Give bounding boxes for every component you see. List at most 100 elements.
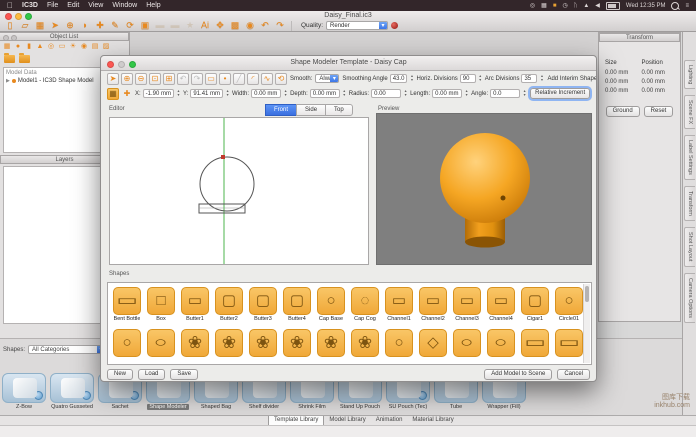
chart-status-icon[interactable]: ▦ [541, 2, 547, 9]
template-preview-image[interactable] [50, 373, 94, 403]
volume-icon[interactable]: ◀ [595, 2, 600, 9]
save-button[interactable]: Save [170, 369, 198, 380]
ground-button[interactable]: Ground [606, 106, 640, 117]
shape-thumbnail[interactable]: ○ [555, 287, 583, 315]
shape-item[interactable]: □ Box [146, 287, 176, 322]
coord-field[interactable]: 91.41 mm [190, 89, 223, 98]
shape-item[interactable]: ▭ Channel3 [452, 287, 482, 322]
curve-tool-icon[interactable]: ∿ [261, 73, 273, 85]
shape-thumbnail[interactable]: ❀ [181, 329, 209, 357]
view-tab[interactable]: Front [265, 104, 297, 116]
spotlight-search-icon[interactable] [671, 2, 679, 10]
cube-icon[interactable]: ▦ [3, 43, 11, 51]
coord-field[interactable]: 0.00 mm [432, 89, 462, 98]
save-icon[interactable]: ▦ [34, 20, 46, 31]
shape-item[interactable]: ◇ [418, 329, 448, 357]
side-tab[interactable]: Camera Options [684, 273, 695, 323]
app-status-icon[interactable]: ◎ [530, 2, 535, 9]
shape-thumbnail[interactable]: ❀ [317, 329, 345, 357]
shape-thumbnail[interactable]: ○ [317, 287, 345, 315]
undo-icon[interactable]: ↶ [177, 73, 189, 85]
position-value[interactable]: 0.00 mm [642, 70, 675, 76]
stepper[interactable]: ▲▼ [176, 89, 181, 98]
menu-item[interactable]: Window [112, 2, 137, 9]
dialog-zoom-button[interactable] [129, 61, 136, 68]
shape-item[interactable]: ▢ Butter2 [214, 287, 244, 322]
shape-thumbnail[interactable]: ▭ [419, 287, 447, 315]
coord-field[interactable]: 0.00 mm [251, 89, 281, 98]
panel-collapse-icon[interactable] [11, 35, 17, 41]
shape-item[interactable]: ○ Circle01 [554, 287, 584, 322]
swatch-status-icon[interactable]: ■ [553, 3, 557, 9]
new-document-icon[interactable]: ▯ [4, 20, 16, 31]
control-center-icon[interactable]: ≡ [685, 3, 689, 9]
stepper[interactable]: ▲▼ [403, 89, 408, 98]
menubar-clock[interactable]: Wed 12:35 PM [626, 3, 666, 9]
coord-field[interactable]: 0.00 mm [310, 89, 340, 98]
bluetooth-icon[interactable]: ᚢ [574, 3, 578, 9]
relative-increment-button[interactable]: Relative Increment [530, 88, 590, 99]
shape-item[interactable]: ▭ Bent Bottle [112, 287, 142, 322]
stepper[interactable]: ▲▼ [342, 89, 347, 98]
shape-thumbnail[interactable]: ○ [147, 329, 175, 357]
battery-icon[interactable] [606, 2, 620, 10]
shape-item[interactable]: ❀ [316, 329, 346, 357]
shape-thumbnail[interactable]: ❀ [351, 329, 379, 357]
side-tab[interactable]: Scene FX [684, 95, 695, 129]
shape-item[interactable]: ○ [452, 329, 482, 357]
crop-box-icon[interactable]: ▣ [139, 20, 151, 31]
undo-icon[interactable]: ↶ [259, 20, 271, 31]
template-thumbnail[interactable]: Z-Bow [2, 373, 46, 410]
dialog-minimize-button[interactable] [118, 61, 125, 68]
redo-icon[interactable]: ↷ [191, 73, 203, 85]
shape-thumbnail[interactable]: ▭ [113, 287, 141, 315]
stepper[interactable]: ▲▼ [539, 74, 544, 83]
shape-thumbnail[interactable]: □ [147, 287, 175, 315]
shape-thumbnail[interactable]: ▢ [215, 287, 243, 315]
shape-item[interactable]: ○ [112, 329, 142, 357]
side-tab[interactable]: Shot Layout [684, 227, 695, 266]
stepper[interactable]: ▲▼ [464, 89, 469, 98]
dialog-titlebar[interactable]: Shape Modeler Template - Daisy Cap [101, 56, 596, 71]
ai-text-icon[interactable]: Ai [199, 20, 211, 31]
pen-icon[interactable]: ✎ [109, 20, 121, 31]
side-tab[interactable]: Transform [684, 186, 695, 221]
template-thumbnail[interactable]: Quatro Gusseted [50, 373, 94, 410]
shape-item[interactable]: ▭ Channel1 [384, 287, 414, 322]
size-value[interactable]: 0.00 mm [605, 88, 638, 94]
shape-item[interactable]: ▭ Channel4 [486, 287, 516, 322]
camera-icon[interactable]: ◉ [244, 20, 256, 31]
delete-icon[interactable]: ▨ [102, 43, 110, 51]
shape-thumbnail[interactable]: ○ [487, 329, 515, 357]
load-button[interactable]: Load [138, 369, 165, 380]
stepper[interactable]: ▲▼ [478, 74, 483, 83]
shape-thumbnail[interactable]: ❀ [249, 329, 277, 357]
shape-item[interactable]: ❀ [180, 329, 210, 357]
shape-thumbnail[interactable]: ◇ [419, 329, 447, 357]
redo-icon[interactable]: ↷ [274, 20, 286, 31]
view-tab[interactable]: Top [325, 104, 353, 116]
shape-thumbnail[interactable]: ▢ [283, 287, 311, 315]
size-value[interactable]: 0.00 mm [605, 79, 638, 85]
shape-thumbnail[interactable]: ▭ [521, 329, 549, 357]
camera-icon[interactable]: ◉ [80, 43, 88, 51]
shape-thumbnail[interactable]: ▭ [181, 287, 209, 315]
shape-thumbnail[interactable]: ○ [385, 329, 413, 357]
shape-item[interactable]: ▢ Cigar1 [520, 287, 550, 322]
color-drop-icon[interactable]: ◗ [79, 20, 91, 31]
shape-thumbnail[interactable]: ○ [453, 329, 481, 357]
shape-thumbnail[interactable]: ❀ [283, 329, 311, 357]
shape-item[interactable]: ○ [146, 329, 176, 357]
arc-tool-icon[interactable]: ◜ [247, 73, 259, 85]
folder-icon[interactable] [19, 55, 30, 63]
stepper[interactable]: ▲▼ [225, 89, 230, 98]
zoom-out-icon[interactable]: ⊖ [135, 73, 147, 85]
cylinder-icon[interactable]: ▮ [25, 43, 33, 51]
new-button[interactable]: New [107, 369, 133, 380]
plane-icon[interactable]: ▭ [58, 43, 66, 51]
shape-item[interactable]: ❀ [214, 329, 244, 357]
shape-item[interactable]: ○ Cap Base [316, 287, 346, 322]
shape-thumbnail[interactable]: ▢ [521, 287, 549, 315]
grid-snap-icon[interactable]: ▦ [107, 88, 119, 100]
shape-item[interactable]: ▭ [520, 329, 550, 357]
